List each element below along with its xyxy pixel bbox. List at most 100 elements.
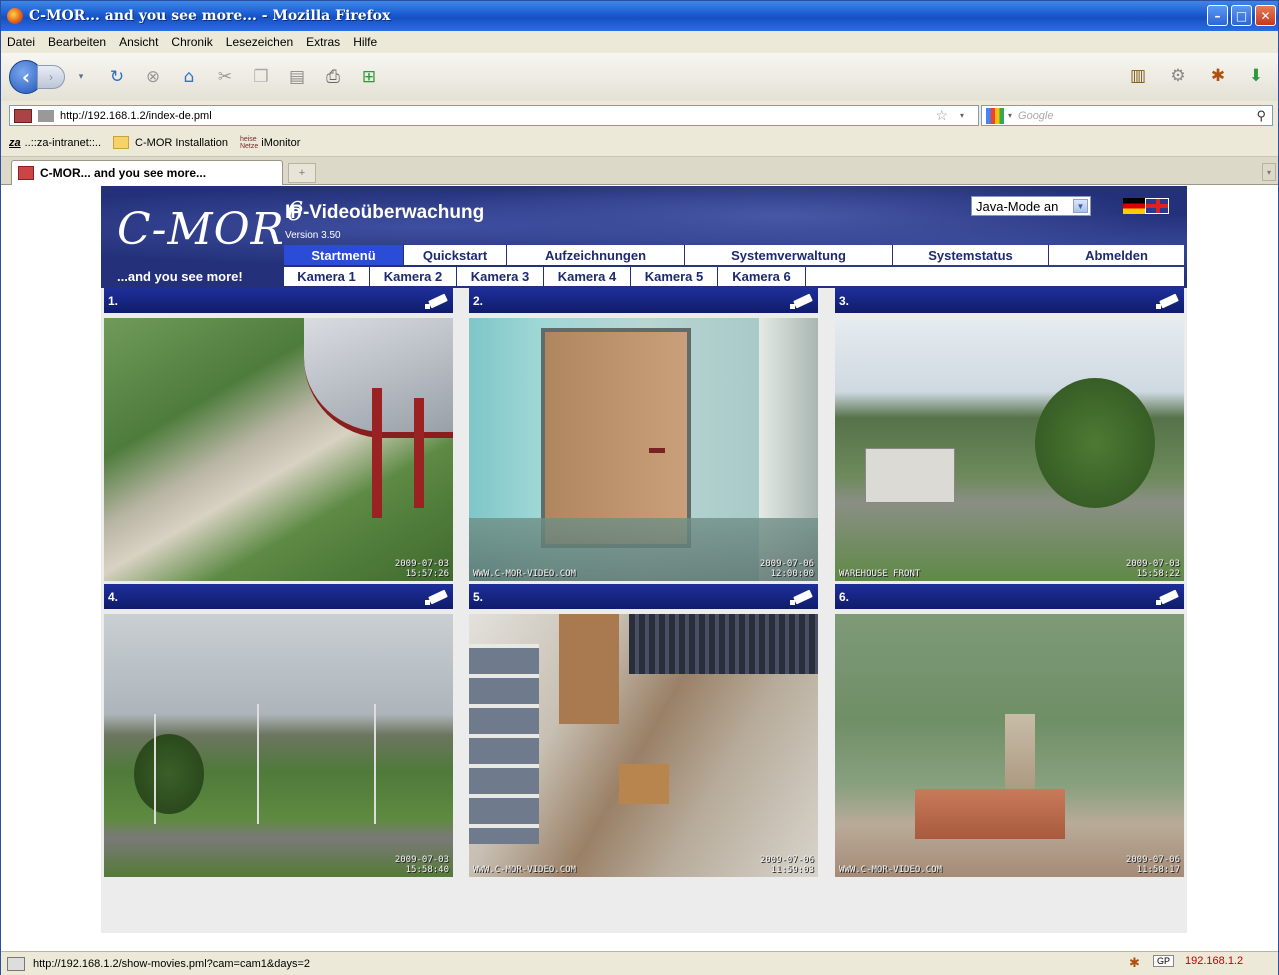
camera-image[interactable]: WWW.C-MOR-VIDEO.COM 2009-07-06 12:00:00 [469, 318, 818, 581]
door-shape [559, 614, 619, 724]
nav-abmelden[interactable]: Abmelden [1049, 245, 1184, 265]
camera-icon[interactable] [423, 291, 449, 309]
settings-gear-icon[interactable]: ⚙ [1165, 63, 1191, 89]
camera-label: 5. [473, 589, 484, 604]
subnav-kamera-5[interactable]: Kamera 5 [631, 267, 718, 286]
menu-hilfe[interactable]: Hilfe [353, 35, 377, 49]
new-tab-icon[interactable]: ⊞ [357, 65, 381, 89]
search-engine-dropdown-icon[interactable]: ▾ [1008, 111, 1012, 120]
nav-systemverwaltung[interactable]: Systemverwaltung [685, 245, 893, 265]
site-favicon-icon [14, 108, 32, 123]
title-bar[interactable]: C-MOR... and you see more... - Mozilla F… [1, 1, 1278, 31]
reload-icon[interactable]: ↻ [105, 65, 129, 89]
cut-icon[interactable]: ✂ [213, 65, 237, 89]
subnav-kamera-6[interactable]: Kamera 6 [718, 267, 806, 286]
tab-bar: C-MOR... and you see more... + ▾ [1, 157, 1278, 185]
camera-tile-5: 5. WWW.C-MOR-VIDEO.COM 2009-07-06 11:59:0… [469, 584, 818, 879]
church-roof-shape [915, 789, 1065, 839]
bookmarks-toolbar: za ..::za-intranet::.. C-MOR Installatio… [1, 129, 1278, 157]
subnav-kamera-2[interactable]: Kamera 2 [370, 267, 457, 286]
pillar-shape [414, 398, 424, 508]
camera-image[interactable]: 2009-07-03 15:58:40 [104, 614, 453, 877]
camera-label: 2. [473, 293, 484, 308]
subnav-kamera-1[interactable]: Kamera 1 [284, 267, 370, 286]
camera-image[interactable]: 2009-07-03 15:57:26 [104, 318, 453, 581]
folder-icon [113, 136, 130, 149]
search-icon[interactable]: ⚲ [1256, 108, 1266, 124]
address-toolbar: http://192.168.1.2/index-de.pml ☆ ▾ ▾ Go… [1, 101, 1278, 129]
page-header: C-MOR6 ...and you see more! IP-Videoüber… [101, 186, 1187, 288]
history-dropdown-icon[interactable]: ▾ [69, 65, 93, 89]
menu-ansicht[interactable]: Ansicht [119, 35, 158, 49]
status-page-icon [7, 956, 25, 971]
camera-tile-3: 3. WAREHOUSE FRONT 2009-07-03 15:58:22 [835, 288, 1184, 583]
main-nav: Startmenü Quickstart Aufzeichnungen Syst… [284, 245, 1184, 265]
flagpole-shape [374, 704, 376, 824]
browser-window: C-MOR... and you see more... - Mozilla F… [0, 0, 1279, 975]
firebug-status-icon[interactable]: ✱ [1129, 955, 1140, 971]
google-icon [986, 107, 1004, 124]
bookmark-cmor-installation[interactable]: C-MOR Installation [113, 136, 228, 149]
forward-button[interactable]: › [37, 65, 65, 89]
camera-icon[interactable] [423, 587, 449, 605]
page-title: IP-Videoüberwachung [285, 202, 485, 223]
subnav-kamera-3[interactable]: Kamera 3 [457, 267, 544, 286]
url-input[interactable]: http://192.168.1.2/index-de.pml ☆ ▾ [9, 105, 979, 126]
window-title: C-MOR... and you see more... - Mozilla F… [29, 8, 391, 24]
menu-bearbeiten[interactable]: Bearbeiten [48, 35, 106, 49]
maximize-button[interactable]: □ [1231, 5, 1252, 26]
gp-status-label[interactable]: GP [1153, 955, 1175, 967]
close-button[interactable]: ✕ [1255, 5, 1276, 26]
copy-icon[interactable]: ❐ [249, 65, 273, 89]
status-ip: 192.168.1.2 [1185, 955, 1244, 967]
camera-image[interactable]: WAREHOUSE FRONT 2009-07-03 15:58:22 [835, 318, 1184, 581]
timestamp: 2009-07-06 11:58:17 [1125, 855, 1180, 875]
chart-addon-icon[interactable]: ▥ [1125, 63, 1151, 89]
timestamp: 2009-07-06 12:00:00 [759, 559, 814, 579]
camera-icon[interactable] [1154, 291, 1180, 309]
nav-quickstart[interactable]: Quickstart [404, 245, 507, 265]
menu-lesezeichen[interactable]: Lesezeichen [226, 35, 293, 49]
bookmark-star-icon[interactable]: ☆ [935, 107, 948, 124]
bookmark-imonitor[interactable]: heise Netze iMonitor [240, 136, 300, 150]
menu-datei[interactable]: Datei [7, 35, 35, 49]
camera-icon[interactable] [1154, 587, 1180, 605]
new-tab-button[interactable]: + [288, 163, 316, 183]
version-label: Version 3.50 [285, 230, 341, 241]
menu-extras[interactable]: Extras [306, 35, 340, 49]
timestamp: 2009-07-06 11:59:03 [759, 855, 814, 875]
subnav-kamera-4[interactable]: Kamera 4 [544, 267, 631, 286]
camera-image[interactable]: WWW.C-MOR-VIDEO.COM 2009-07-06 11:58:17 [835, 614, 1184, 877]
minimize-button[interactable]: – [1207, 5, 1228, 26]
tab-list-icon[interactable]: ▾ [1262, 163, 1276, 181]
camera-header: 6. [835, 584, 1184, 609]
paste-icon[interactable]: ▤ [285, 65, 309, 89]
camera-icon[interactable] [788, 587, 814, 605]
bookmark-label: iMonitor [261, 136, 301, 149]
camera-tile-4: 4. 2009-07-03 15:58:40 [104, 584, 453, 879]
page-icon [38, 109, 54, 122]
bookmark-za-intranet[interactable]: za ..::za-intranet::.. [9, 137, 101, 149]
camera-icon[interactable] [788, 291, 814, 309]
nav-aufzeichnungen[interactable]: Aufzeichnungen [507, 245, 685, 265]
camera-label: 3. [839, 293, 850, 308]
stop-icon[interactable]: ⊗ [141, 65, 165, 89]
home-icon[interactable]: ⌂ [177, 65, 201, 89]
nav-systemstatus[interactable]: Systemstatus [893, 245, 1049, 265]
firefox-logo-icon [7, 8, 23, 24]
tab-cmor[interactable]: C-MOR... and you see more... [11, 160, 283, 185]
url-dropdown-icon[interactable]: ▾ [960, 111, 964, 120]
java-mode-select[interactable]: Java-Mode an ▼ [971, 196, 1091, 216]
cmor-logo: C-MOR6 [117, 197, 305, 255]
search-input[interactable]: ▾ Google ⚲ [981, 105, 1273, 126]
chevron-down-icon: ▼ [1073, 199, 1088, 213]
nav-startmenu[interactable]: Startmenü [284, 245, 404, 265]
german-flag-icon[interactable] [1123, 198, 1147, 214]
download-icon[interactable]: ⬇ [1243, 63, 1269, 89]
menu-chronik[interactable]: Chronik [171, 35, 212, 49]
camera-image[interactable]: WWW.C-MOR-VIDEO.COM 2009-07-06 11:59:03 [469, 614, 818, 877]
print-icon[interactable]: ⎙ [321, 65, 345, 89]
uk-flag-icon[interactable] [1145, 198, 1169, 214]
camera-label: 1. [108, 293, 119, 308]
firebug-icon[interactable]: ✱ [1205, 63, 1231, 89]
